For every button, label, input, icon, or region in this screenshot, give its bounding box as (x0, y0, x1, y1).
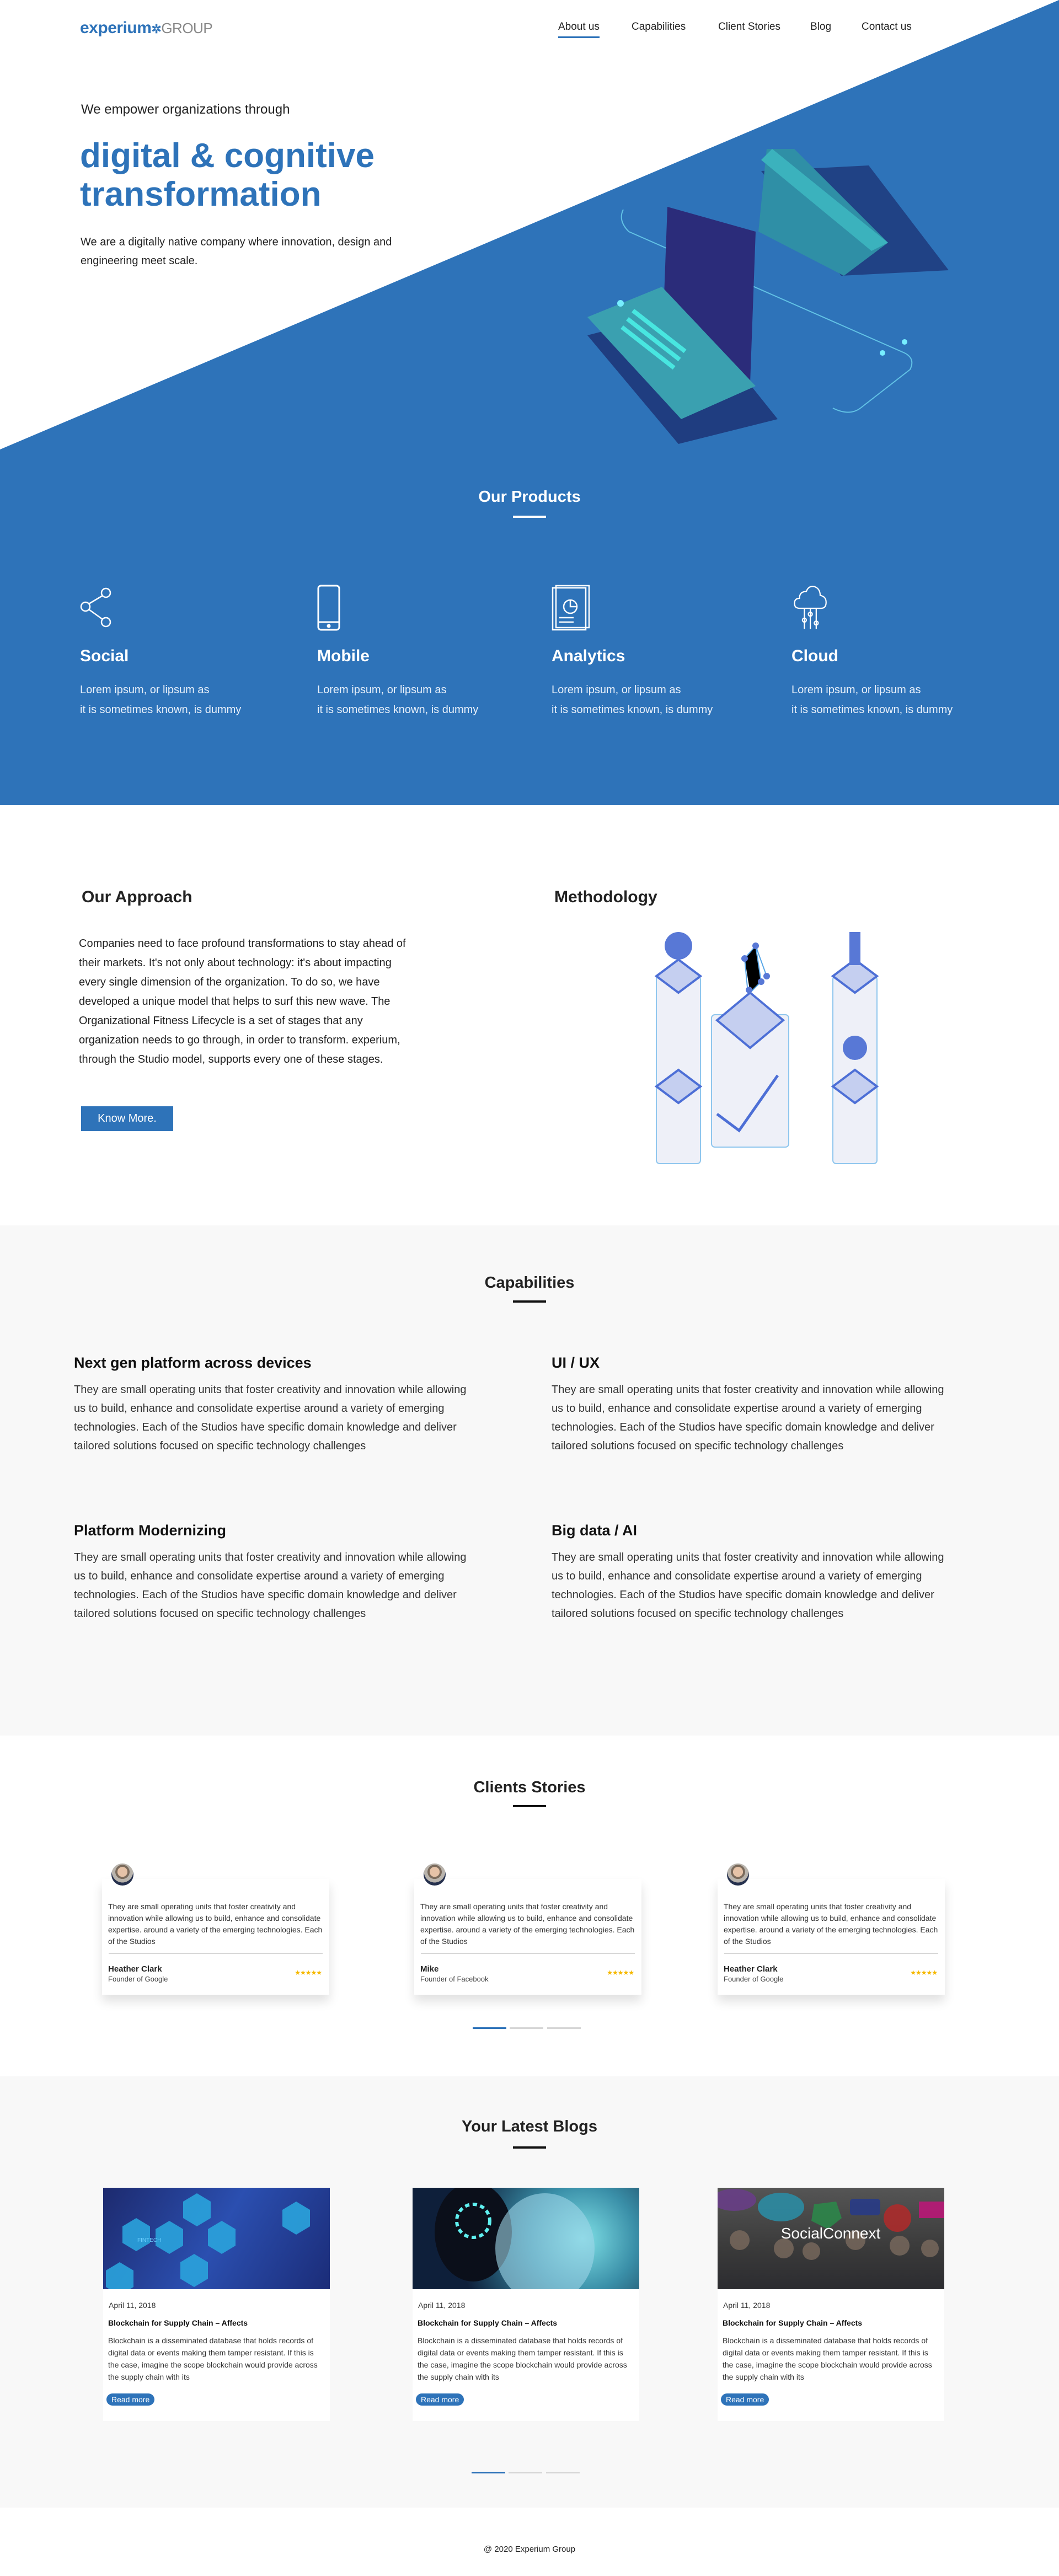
product-cloud[interactable]: Cloud Lorem ipsum, or lipsum as it is some… (791, 585, 990, 720)
methodology-illustration (654, 932, 879, 1164)
footer-copyright: @ 2020 Experium Group (483, 2545, 576, 2554)
capability-item: UI / UX They are small operating units th… (552, 1354, 944, 1452)
nav-capabilities[interactable]: Capabilities (632, 21, 686, 33)
title-underline (513, 1300, 546, 1303)
title-underline (513, 516, 546, 518)
blogs-carousel-dots (472, 2472, 582, 2473)
snowflake-icon: ✲ (151, 22, 162, 36)
hero-headline: digital & cognitive transformation (80, 137, 375, 213)
blog-image-socialconnext[interactable]: SocialConnext (718, 2188, 944, 2289)
clients-title: Clients Stories (473, 1779, 586, 1796)
blogs-title: Your Latest Blogs (462, 2118, 597, 2135)
svg-text:FINTECH: FINTECH (137, 2237, 161, 2243)
blog-image-fintech[interactable]: FINTECH (103, 2188, 330, 2289)
carousel-dot[interactable] (546, 2472, 580, 2473)
carousel-dot[interactable] (547, 2027, 581, 2029)
share-icon (80, 587, 111, 628)
avatar (424, 1863, 446, 1886)
divider (109, 1953, 323, 1954)
methodology-title: Methodology (554, 888, 657, 906)
product-social[interactable]: Social Lorem ipsum, or lipsum as it is som… (80, 585, 279, 720)
hero-description: We are a digitally native company where … (81, 236, 392, 267)
approach-title: Our Approach (82, 888, 192, 906)
blog-card: FINTECH April 11, 2018 Blockchain for Su… (103, 2188, 330, 2421)
analytics-icon (552, 585, 590, 631)
blog-card: April 11, 2018 Blockchain for Supply Cha… (413, 2188, 639, 2421)
testimonial-card: They are small operating units that fost… (414, 1863, 641, 1995)
products-title: Our Products (478, 488, 581, 506)
star-rating-icon: ★★★★★ (295, 1969, 322, 1977)
product-mobile[interactable]: Mobile Lorem ipsum, or lipsum as it is som… (317, 585, 516, 720)
read-more-button[interactable]: Read more (106, 2393, 155, 2406)
know-more-button[interactable]: Know More. (81, 1106, 173, 1131)
title-underline (513, 1805, 546, 1807)
clients-carousel-dots (473, 2027, 583, 2029)
logo[interactable]: experium✲GROUP (80, 19, 213, 38)
star-rating-icon: ★★★★★ (910, 1969, 938, 1977)
carousel-dot[interactable] (472, 2472, 505, 2473)
nav-about-us[interactable]: About us (558, 21, 600, 38)
capability-item: Next gen platform across devices They are… (74, 1354, 467, 1452)
nav-client-stories[interactable]: Client Stories (718, 21, 780, 33)
approach-body: Companies need to face profound transfor… (79, 938, 406, 1065)
avatar (111, 1863, 133, 1886)
svg-text:SocialConnext: SocialConnext (781, 2225, 881, 2242)
nav-blog[interactable]: Blog (810, 21, 831, 33)
mobile-icon (317, 585, 340, 631)
testimonial-card: They are small operating units that fost… (718, 1863, 945, 1995)
title-underline (513, 2146, 546, 2149)
avatar (727, 1863, 749, 1886)
carousel-dot[interactable] (510, 2027, 543, 2029)
testimonial-card: They are small operating units that fost… (102, 1863, 329, 1995)
divider (421, 1953, 635, 1954)
product-analytics[interactable]: Analytics Lorem ipsum, or lipsum as it is … (552, 585, 750, 720)
hero-kicker: We empower organizations through (81, 102, 290, 117)
read-more-button[interactable]: Read more (416, 2393, 464, 2406)
capabilities-title: Capabilities (484, 1274, 575, 1292)
star-rating-icon: ★★★★★ (607, 1969, 634, 1977)
cloud-icon (794, 586, 827, 629)
capability-item: Big data / AI They are small operating un… (552, 1522, 944, 1620)
read-more-button[interactable]: Read more (721, 2393, 769, 2406)
capability-item: Platform Modernizing They are small opera… (74, 1522, 467, 1620)
carousel-dot[interactable] (473, 2027, 506, 2029)
blog-image-robot[interactable] (413, 2188, 639, 2289)
blog-card: SocialConnext April 11, 2018 Blockchain … (718, 2188, 944, 2421)
nav-contact-us[interactable]: Contact us (862, 21, 912, 33)
carousel-dot[interactable] (509, 2472, 542, 2473)
divider (724, 1953, 938, 1954)
